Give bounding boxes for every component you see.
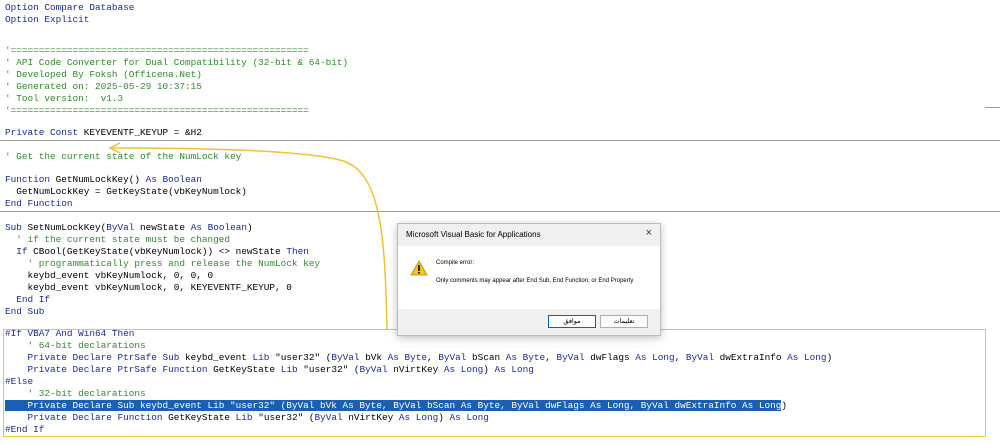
dialog-title: Microsoft Visual Basic for Applications bbox=[406, 230, 541, 239]
compile-error-dialog: Microsoft Visual Basic for Applications … bbox=[397, 223, 661, 336]
dialog-body: Compile error: Only comments may appear … bbox=[398, 246, 660, 309]
error-message: Only comments may appear after End Sub, … bbox=[436, 278, 634, 284]
warning-icon bbox=[410, 260, 428, 276]
help-button[interactable]: تعليمات bbox=[600, 315, 648, 328]
annotation-arrow bbox=[108, 142, 388, 330]
code-editor[interactable]: Option Compare Database Option Explicit '=… bbox=[0, 0, 1000, 444]
close-icon[interactable]: × bbox=[646, 227, 652, 239]
ok-button[interactable]: موافق bbox=[548, 315, 596, 328]
error-heading: Compile error: bbox=[436, 260, 475, 266]
